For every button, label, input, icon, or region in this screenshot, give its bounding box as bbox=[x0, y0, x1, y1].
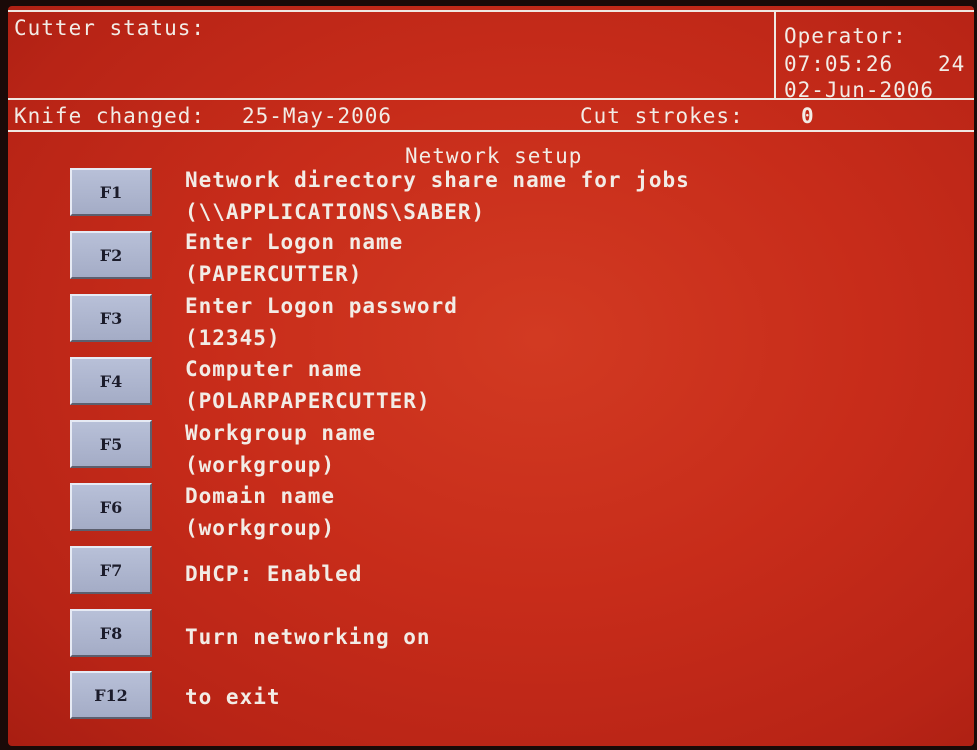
status-bottom-border bbox=[8, 130, 974, 132]
f2-button[interactable]: F2 bbox=[70, 231, 152, 279]
cutter-status-label: Cutter status: bbox=[14, 16, 206, 40]
option-network-share: Network directory share name for jobs (\… bbox=[185, 164, 690, 228]
cut-strokes-label: Cut strokes: bbox=[580, 104, 744, 128]
option-value: (workgroup) bbox=[185, 516, 336, 540]
f2-key-label: F2 bbox=[99, 245, 123, 265]
f4-key-label: F4 bbox=[99, 371, 123, 391]
operator-value: 24 bbox=[938, 52, 966, 76]
f1-key-label: F1 bbox=[99, 182, 123, 202]
option-label: Turn networking on bbox=[185, 625, 431, 649]
option-logon-name: Enter Logon name (PAPERCUTTER) bbox=[185, 226, 403, 290]
clock-date: 02-Jun-2006 bbox=[784, 78, 935, 102]
f3-key-label: F3 bbox=[99, 308, 123, 328]
option-value: (workgroup) bbox=[185, 453, 336, 477]
f5-key-label: F5 bbox=[99, 434, 123, 454]
option-logon-password: Enter Logon password (12345) bbox=[185, 290, 458, 354]
f3-button[interactable]: F3 bbox=[70, 294, 152, 342]
knife-changed-date: 25-May-2006 bbox=[242, 104, 393, 128]
option-value: (\\APPLICATIONS\SABER) bbox=[185, 200, 486, 224]
option-label: Workgroup name bbox=[185, 421, 377, 445]
f8-key-label: F8 bbox=[99, 623, 123, 643]
option-label: Computer name bbox=[185, 357, 363, 381]
f12-key-label: F12 bbox=[94, 685, 128, 705]
option-value: (POLARPAPERCUTTER) bbox=[185, 389, 431, 413]
option-label: Enter Logon password bbox=[185, 294, 458, 318]
f4-button[interactable]: F4 bbox=[70, 357, 152, 405]
cutter-screen: Cutter status: Operator: 07:05:26 24 02-… bbox=[8, 6, 974, 746]
header-top-border bbox=[8, 10, 974, 12]
f12-button[interactable]: F12 bbox=[70, 671, 152, 719]
f6-key-label: F6 bbox=[99, 497, 123, 517]
knife-changed-label: Knife changed: bbox=[14, 104, 206, 128]
f7-button[interactable]: F7 bbox=[70, 546, 152, 594]
option-computer-name: Computer name (POLARPAPERCUTTER) bbox=[185, 353, 431, 417]
option-workgroup-name: Workgroup name (workgroup) bbox=[185, 417, 376, 481]
cut-strokes-value: 0 bbox=[801, 104, 815, 128]
f1-button[interactable]: F1 bbox=[70, 168, 152, 216]
f8-button[interactable]: F8 bbox=[70, 609, 152, 657]
option-label: Network directory share name for jobs bbox=[185, 168, 690, 192]
option-domain-name: Domain name (workgroup) bbox=[185, 480, 335, 544]
option-dhcp: DHCP: Enabled bbox=[185, 558, 362, 590]
f7-key-label: F7 bbox=[99, 560, 123, 580]
option-label: DHCP: Enabled bbox=[185, 562, 363, 586]
option-label: Enter Logon name bbox=[185, 230, 404, 254]
option-label: to exit bbox=[185, 685, 281, 709]
option-label: Domain name bbox=[185, 484, 336, 508]
f5-button[interactable]: F5 bbox=[70, 420, 152, 468]
header-vertical-divider bbox=[774, 10, 776, 100]
option-value: (12345) bbox=[185, 326, 281, 350]
option-turn-networking-on: Turn networking on bbox=[185, 621, 431, 653]
clock-time: 07:05:26 bbox=[784, 52, 894, 76]
option-exit: to exit bbox=[185, 681, 281, 713]
f6-button[interactable]: F6 bbox=[70, 483, 152, 531]
operator-label: Operator: bbox=[784, 24, 907, 48]
option-value: (PAPERCUTTER) bbox=[185, 262, 363, 286]
